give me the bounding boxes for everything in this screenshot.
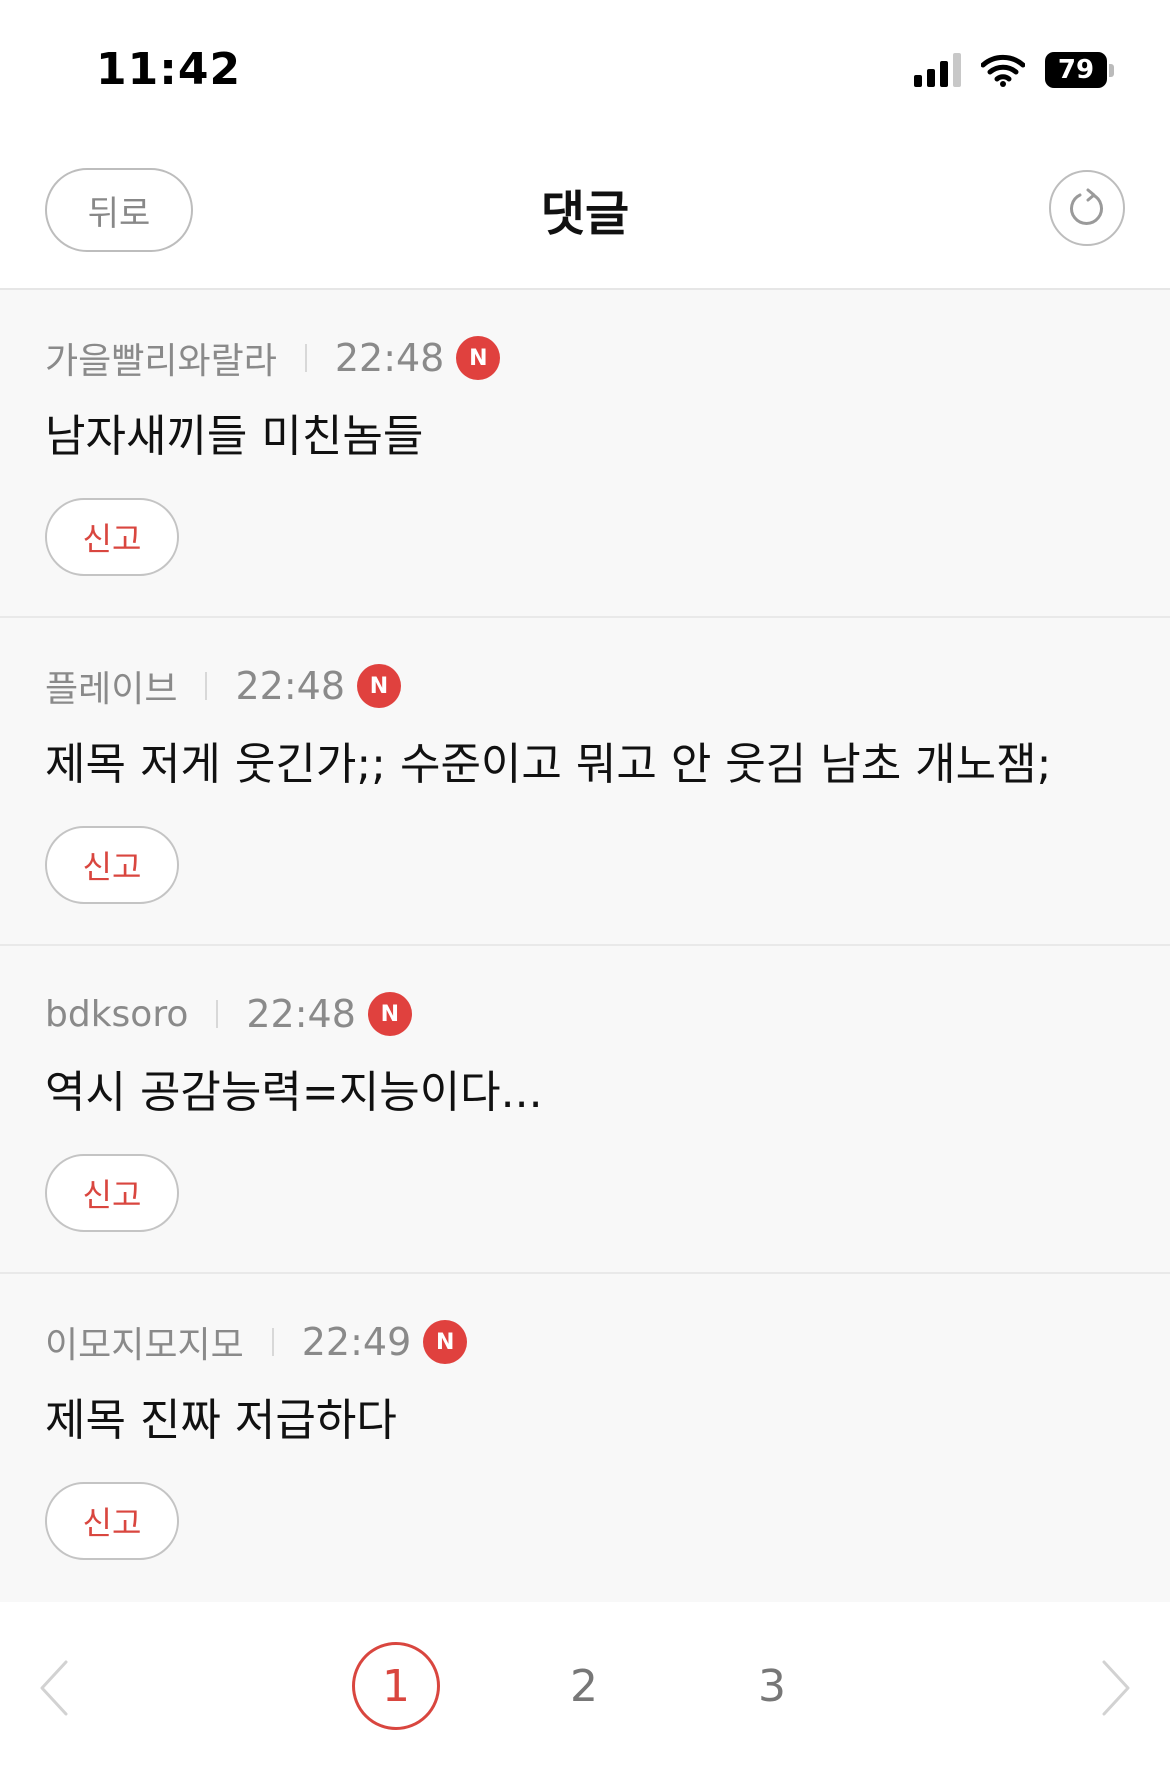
new-badge: N bbox=[367, 992, 412, 1036]
status-bar: 11:42 79 bbox=[0, 0, 1170, 140]
page-2-button[interactable]: 2 bbox=[540, 1642, 628, 1730]
next-page-button[interactable] bbox=[1100, 1660, 1132, 1720]
wifi-icon bbox=[981, 54, 1025, 87]
report-button[interactable]: 신고 bbox=[45, 1482, 179, 1560]
comment-text: 남자새끼들 미친놈들 bbox=[45, 411, 424, 462]
comment-meta: 이모지모지모 22:49 N bbox=[45, 1316, 1125, 1368]
comment-author[interactable]: 이모지모지모 bbox=[45, 1316, 244, 1368]
battery-level: 79 bbox=[1045, 52, 1107, 88]
pagination: 1 2 3 bbox=[0, 1602, 1170, 1772]
page-title: 댓글 bbox=[540, 186, 630, 242]
comment-time: 22:48 bbox=[235, 664, 345, 708]
new-badge: N bbox=[357, 664, 401, 708]
status-time: 11:42 bbox=[96, 44, 242, 95]
comment-text: 역시 공감능력=지능이다... bbox=[45, 1067, 543, 1118]
report-button[interactable]: 신고 bbox=[45, 826, 179, 904]
prev-page-button[interactable] bbox=[38, 1660, 70, 1720]
comment-time: 22:48 bbox=[246, 992, 356, 1036]
meta-divider bbox=[304, 344, 307, 372]
chevron-right-icon bbox=[1102, 1660, 1130, 1716]
comment-item: 플레이브 22:48 N 제목 저게 웃긴가;; 수준이고 뭐고 안 웃김 남초… bbox=[0, 618, 1170, 946]
comment-item: 이모지모지모 22:49 N 제목 진짜 저급하다 신고 bbox=[0, 1274, 1170, 1602]
comment-meta: bdksoro 22:48 N bbox=[45, 988, 1125, 1040]
comment-text: 제목 진짜 저급하다 bbox=[45, 1395, 397, 1446]
refresh-button[interactable] bbox=[1049, 170, 1125, 246]
battery-icon: 79 bbox=[1045, 52, 1114, 88]
header: 뒤로 댓글 bbox=[0, 140, 1170, 290]
comment-item: 가을빨리와랄라 22:48 N 남자새끼들 미친놈들 신고 bbox=[0, 290, 1170, 618]
meta-divider bbox=[216, 1000, 219, 1028]
cellular-signal-icon bbox=[914, 53, 961, 87]
refresh-icon bbox=[1070, 188, 1103, 226]
comment-author[interactable]: 플레이브 bbox=[45, 660, 177, 712]
comment-time: 22:48 bbox=[334, 336, 445, 380]
comment-author[interactable]: bdksoro bbox=[45, 994, 188, 1035]
comment-text: 제목 저게 웃긴가;; 수준이고 뭐고 안 웃김 남초 개노잼; bbox=[45, 739, 1052, 790]
page-1-button[interactable]: 1 bbox=[352, 1642, 440, 1730]
comment-author[interactable]: 가을빨리와랄라 bbox=[45, 332, 277, 384]
page-3-button[interactable]: 3 bbox=[728, 1642, 816, 1730]
report-button[interactable]: 신고 bbox=[45, 498, 179, 576]
meta-divider bbox=[205, 672, 208, 700]
status-icons: 79 bbox=[914, 52, 1114, 88]
comment-time: 22:49 bbox=[301, 1320, 412, 1364]
new-badge: N bbox=[423, 1320, 468, 1364]
comment-item: bdksoro 22:48 N 역시 공감능력=지능이다... 신고 bbox=[0, 946, 1170, 1274]
comment-meta: 가을빨리와랄라 22:48 N bbox=[45, 332, 1125, 384]
new-badge: N bbox=[456, 336, 501, 380]
report-button[interactable]: 신고 bbox=[45, 1154, 179, 1232]
meta-divider bbox=[271, 1328, 274, 1356]
chevron-left-icon bbox=[40, 1660, 68, 1716]
comment-list: 가을빨리와랄라 22:48 N 남자새끼들 미친놈들 신고 플레이브 22:48… bbox=[0, 290, 1170, 1602]
comment-meta: 플레이브 22:48 N bbox=[45, 660, 1125, 712]
